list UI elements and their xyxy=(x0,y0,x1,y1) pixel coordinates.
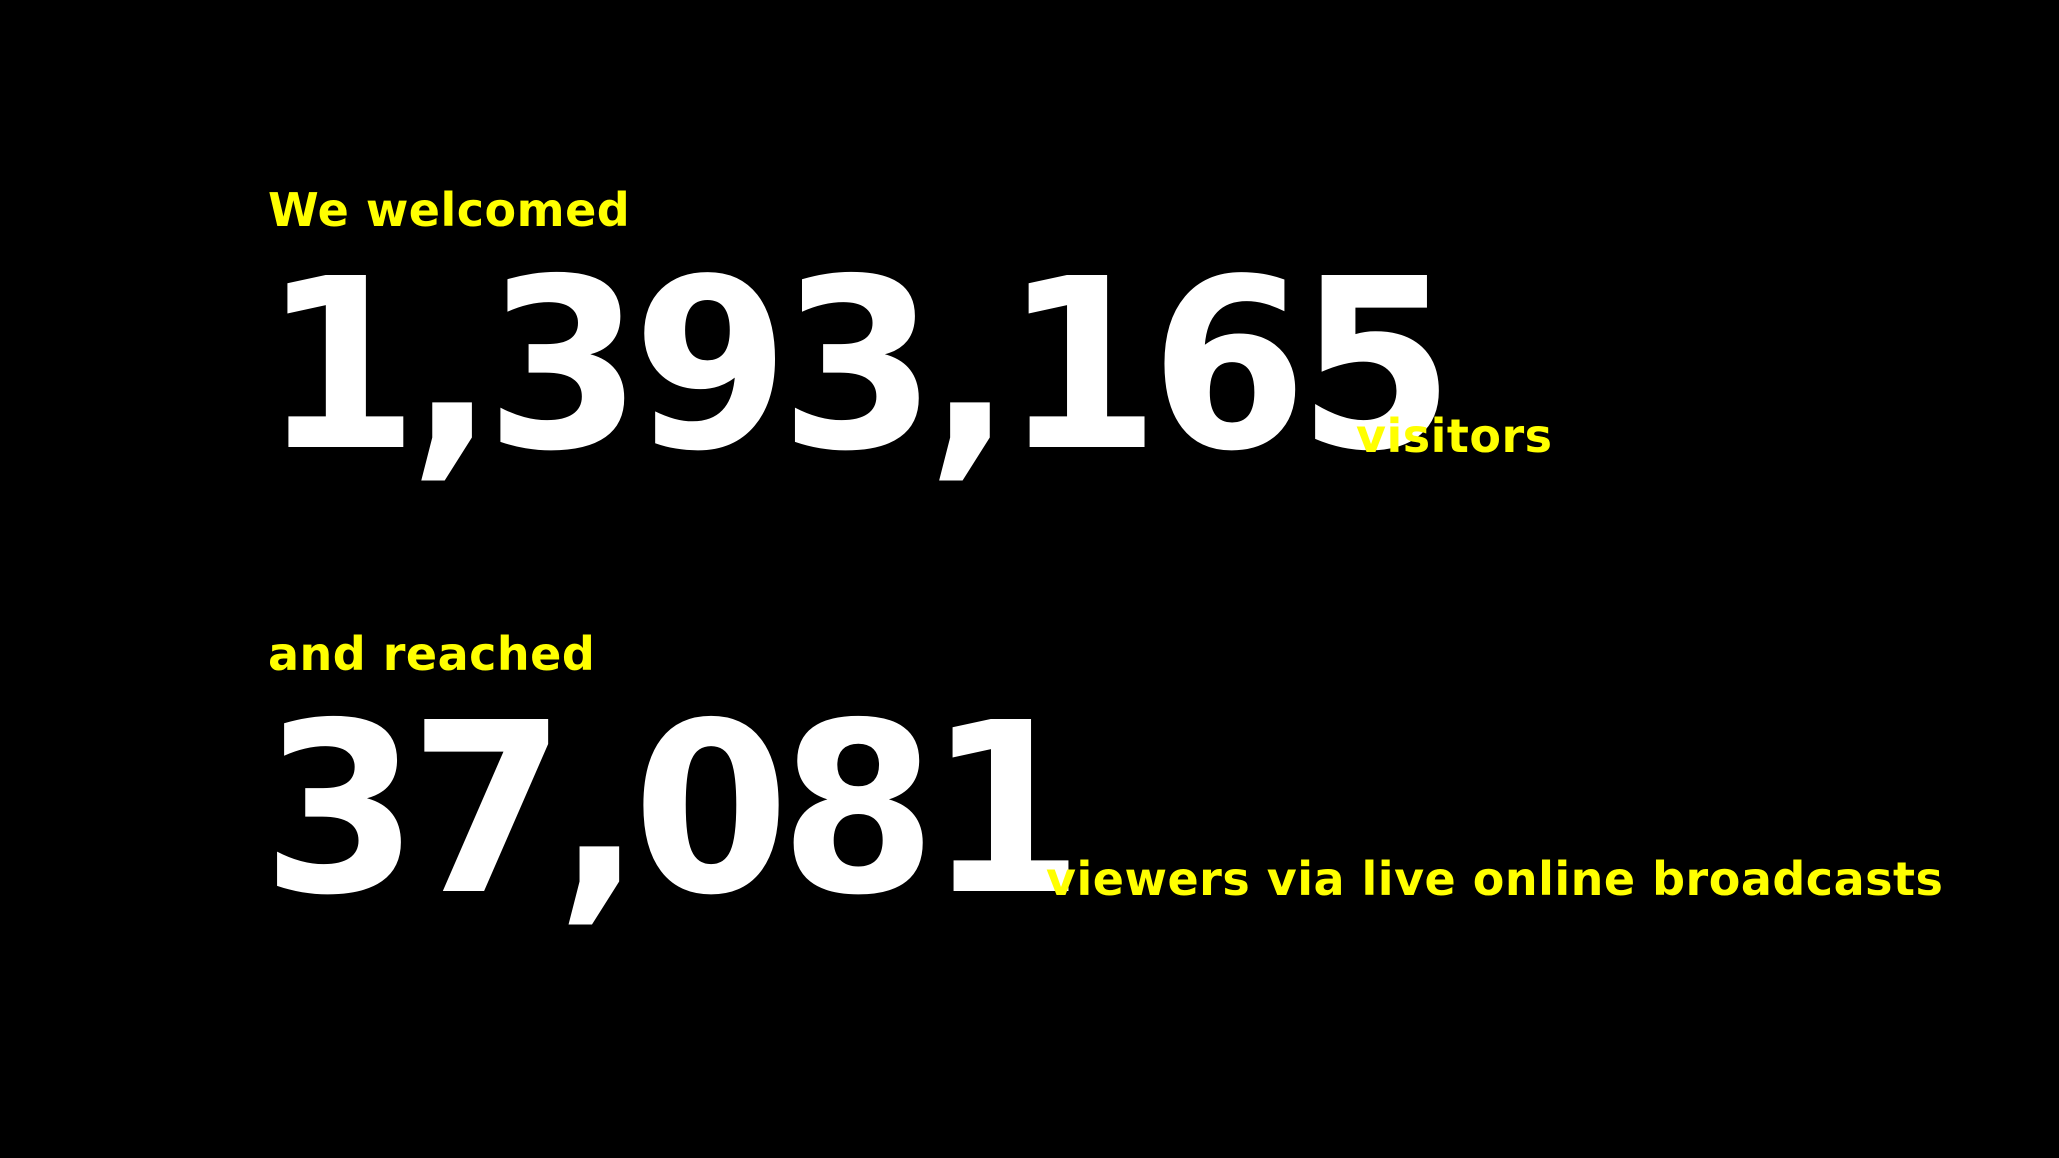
visitors-stat-row: 1,393,165 xyxy=(262,248,1501,484)
broadcasts-count: 37,081 xyxy=(262,672,1084,947)
visitors-intro-label: We welcomed xyxy=(268,183,631,237)
visitors-count: 1,393,165 xyxy=(262,228,1455,503)
broadcasts-caption: viewers via live online broadcasts xyxy=(1046,852,1944,906)
broadcasts-intro-label: and reached xyxy=(268,627,596,681)
visitors-caption: visitors xyxy=(1356,409,1553,463)
broadcasts-stat-row: 37,081 xyxy=(262,692,1113,928)
